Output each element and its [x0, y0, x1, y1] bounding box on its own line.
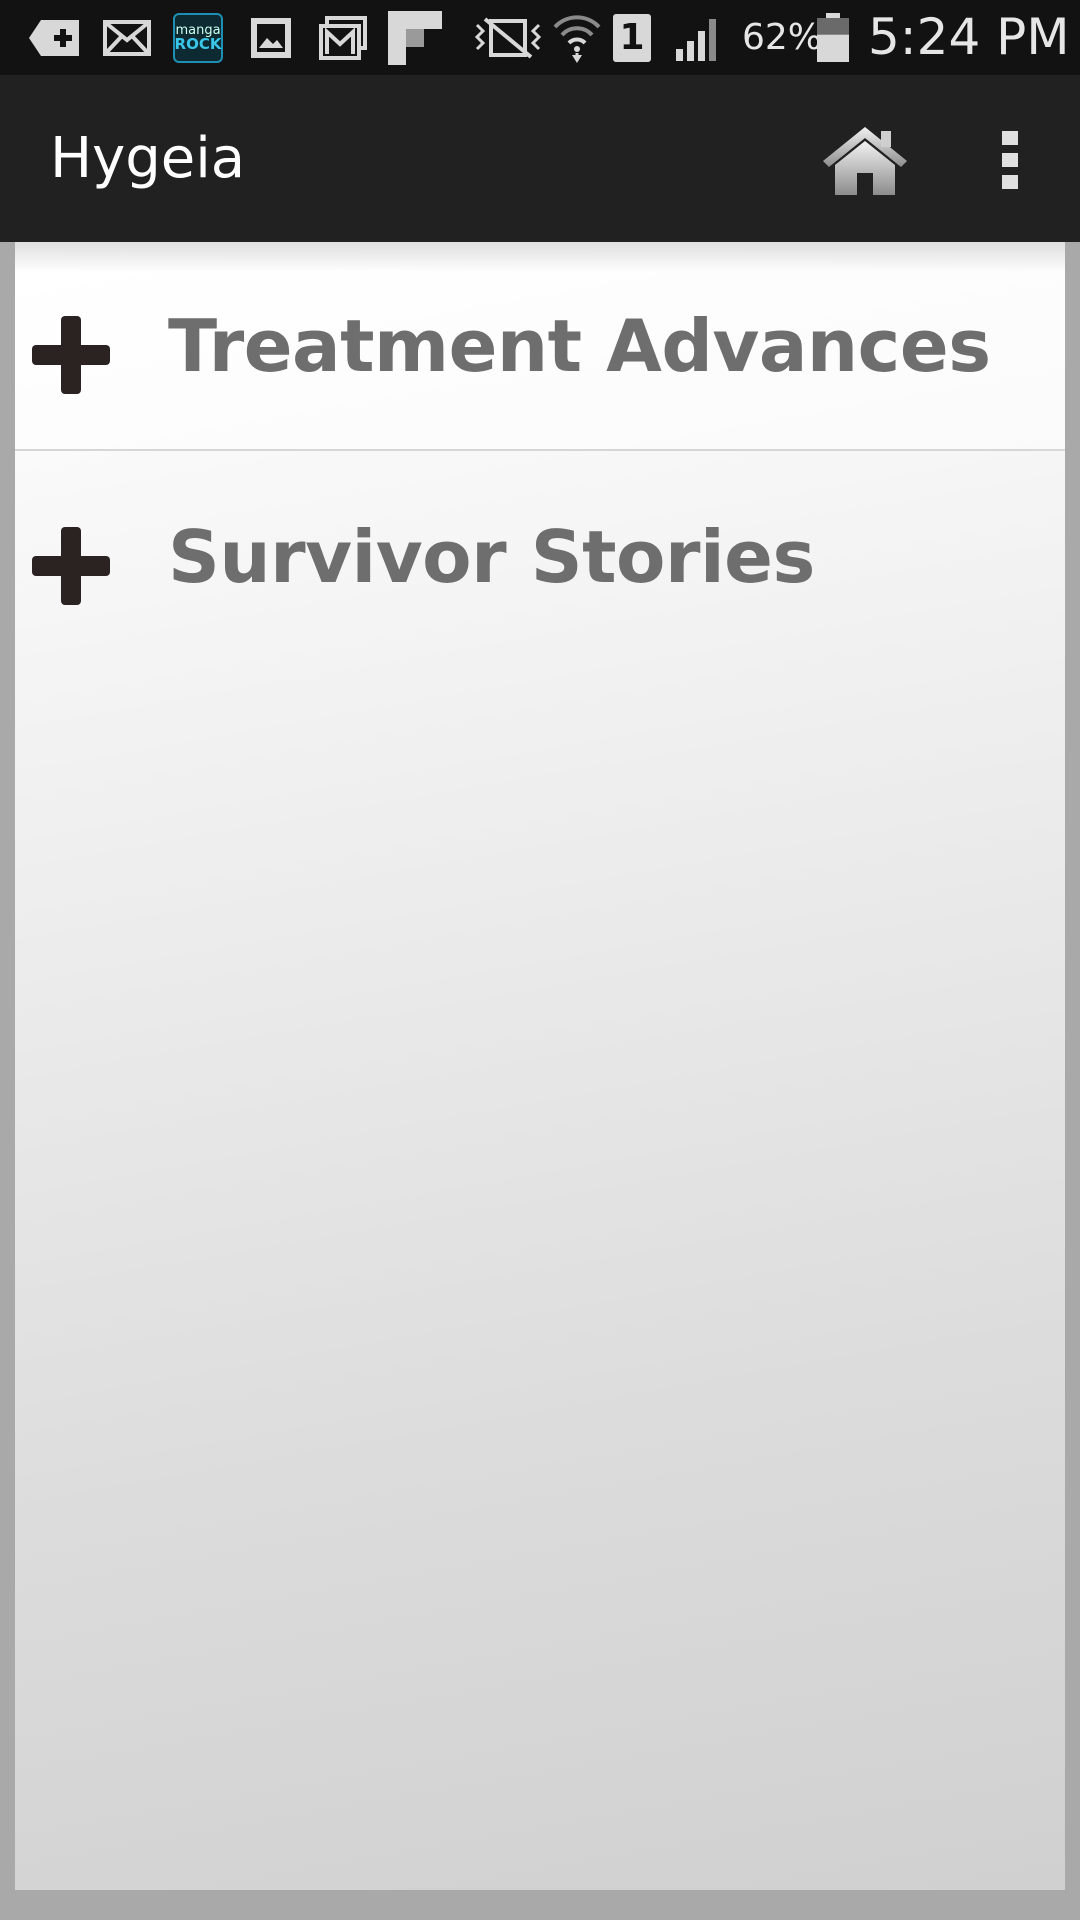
manga-rock-label-bottom: ROCK — [174, 35, 222, 53]
clock: 5:24 PM — [868, 8, 1070, 66]
home-icon — [823, 127, 907, 195]
sim-number: 1 — [619, 17, 645, 58]
mute-vibrate-icon — [472, 8, 544, 68]
gmail-icon — [318, 8, 368, 68]
manga-rock-icon: manga ROCK — [172, 8, 224, 68]
signal-icon — [673, 8, 725, 68]
mail-icon — [102, 8, 152, 68]
status-bar: manga ROCK 1 62% 5:24 PM — [0, 0, 1080, 75]
overflow-menu-button[interactable] — [975, 115, 1045, 205]
home-button[interactable] — [810, 115, 920, 205]
battery-percent: 62% — [742, 17, 823, 58]
list-item-survivor-stories[interactable]: Survivor Stories — [15, 453, 1065, 662]
list-item-label: Treatment Advances — [168, 304, 991, 388]
content-list: Treatment Advances Survivor Stories — [15, 242, 1065, 1890]
flipboard-icon — [387, 8, 443, 68]
list-item-treatment-advances[interactable]: Treatment Advances — [15, 242, 1065, 451]
list-item-label: Survivor Stories — [168, 515, 815, 599]
overflow-menu-icon — [1002, 131, 1018, 189]
gallery-icon — [247, 8, 295, 68]
sim-1-icon: 1 — [612, 8, 652, 68]
wifi-icon — [552, 8, 602, 68]
add-notification-icon — [25, 8, 83, 68]
app-bar: Hygeia — [0, 75, 1080, 242]
app-title: Hygeia — [50, 126, 246, 191]
plus-icon — [32, 316, 110, 394]
plus-icon — [32, 527, 110, 605]
battery-icon — [816, 8, 850, 68]
